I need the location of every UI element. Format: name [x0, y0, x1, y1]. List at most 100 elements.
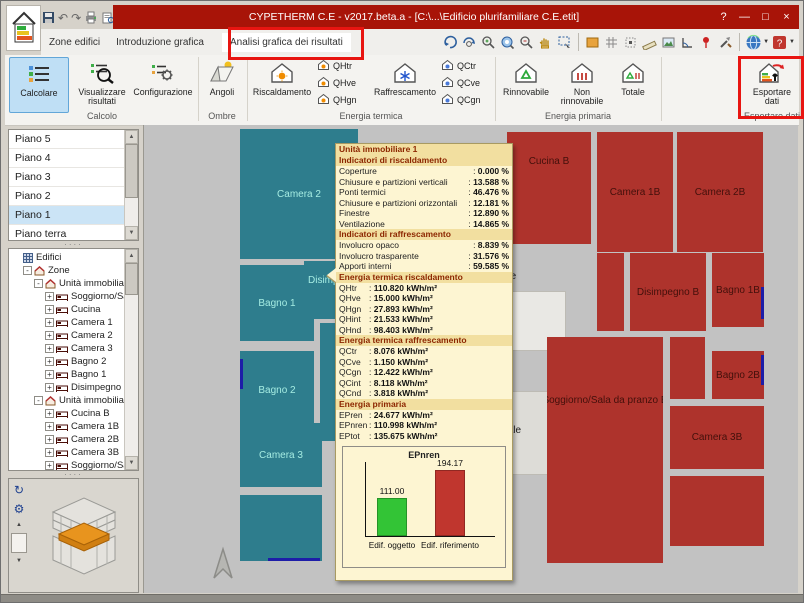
expander-plus-icon[interactable]: + [45, 357, 54, 366]
floor-item[interactable]: Piano 5 [9, 130, 124, 149]
tree-item[interactable]: -Unità immobiliare 2 [9, 394, 124, 407]
scroll-down-icon[interactable]: ▼ [125, 226, 138, 240]
hand-icon[interactable] [537, 34, 554, 51]
tree-scrollbar[interactable]: ▲ ▼ [124, 249, 138, 470]
expander-plus-icon[interactable]: + [45, 448, 54, 457]
expander-minus-icon[interactable]: - [23, 266, 32, 275]
scroll-up-icon[interactable]: ▲ [125, 249, 138, 263]
tree-item[interactable]: +Soggiorno/Sala da pranzo [9, 459, 124, 470]
raffrescamento-button[interactable]: Raffrescamento [373, 57, 437, 111]
printer-icon[interactable] [84, 9, 98, 26]
zoom-window-icon[interactable] [499, 34, 516, 51]
tab-analisi-grafica-risultati[interactable]: Analisi grafica dei risultati [222, 33, 351, 52]
expander-plus-icon[interactable]: + [45, 435, 54, 444]
minimize-button[interactable]: — [736, 10, 753, 25]
tree-item[interactable]: +Camera 2B [9, 433, 124, 446]
zoom-out-icon[interactable] [518, 34, 535, 51]
room-bagno-2b[interactable]: Bagno 2B [712, 351, 764, 399]
angoli-button[interactable]: Angoli [201, 57, 243, 111]
qc-qcgn-button[interactable]: QCgn [441, 92, 493, 107]
qh-qhve-button[interactable]: QHve [317, 75, 369, 90]
orbit-icon[interactable] [442, 34, 459, 51]
room-soggiorno-b[interactable]: Soggiorno/Sala da pranzo B [547, 337, 663, 563]
globe-dropdown-icon[interactable]: ▼ [763, 39, 769, 45]
snap-icon[interactable] [622, 34, 639, 51]
maximize-button[interactable]: □ [757, 10, 774, 25]
zoom-down-icon[interactable]: ▼ [12, 556, 26, 566]
esportare-dati-button[interactable]: Esportare dati [745, 57, 799, 111]
expander-plus-icon[interactable]: + [45, 383, 54, 392]
image-icon[interactable] [660, 34, 677, 51]
zoom-up-icon[interactable]: ▲ [12, 520, 26, 530]
room-bagno-1b[interactable]: Bagno 1B [712, 253, 764, 327]
rotate-3d-icon[interactable]: ↻ [11, 482, 27, 498]
floor-item[interactable]: Piano 1 [9, 206, 124, 225]
calcolare-button[interactable]: Calcolare [9, 57, 69, 113]
globe-icon[interactable] [745, 34, 762, 51]
expander-plus-icon[interactable]: + [45, 292, 54, 301]
scroll-track[interactable] [125, 263, 138, 456]
riscaldamento-button[interactable]: Riscaldamento [251, 57, 313, 111]
tab-zone-edifici[interactable]: Zone edifici [41, 33, 108, 52]
zoom-slider[interactable] [11, 533, 27, 553]
save-icon[interactable] [42, 9, 55, 26]
expander-plus-icon[interactable]: + [45, 422, 54, 431]
floor-item[interactable]: Piano terra [9, 225, 124, 240]
room-bagno-2[interactable]: Bagno 2 [240, 351, 314, 429]
floor-item[interactable]: Piano 4 [9, 149, 124, 168]
expander-plus-icon[interactable]: + [45, 331, 54, 340]
frame-select-icon[interactable] [556, 34, 573, 51]
floor-item[interactable]: Piano 3 [9, 168, 124, 187]
tree-item[interactable]: +Soggiorno/Sala da pranzo [9, 290, 124, 303]
expander-plus-icon[interactable]: + [45, 461, 54, 470]
scroll-track[interactable] [125, 144, 138, 226]
layer-icon[interactable] [584, 34, 601, 51]
expander-plus-icon[interactable]: + [45, 318, 54, 327]
tab-introduzione-grafica[interactable]: Introduzione grafica [108, 33, 212, 52]
tree-item[interactable]: +Camera 3B [9, 446, 124, 459]
pan-view-icon[interactable] [461, 34, 478, 51]
expander-plus-icon[interactable]: + [45, 305, 54, 314]
room-camera-2b[interactable]: Camera 2B [677, 132, 763, 252]
room-disimpegno-b[interactable]: Disimpegno B [630, 253, 706, 331]
scroll-up-icon[interactable]: ▲ [125, 130, 138, 144]
building-3d-view[interactable] [29, 479, 138, 592]
scroll-thumb[interactable] [125, 144, 138, 198]
floors-scrollbar[interactable]: ▲ ▼ [124, 130, 138, 240]
room-unlabeled[interactable] [670, 337, 705, 399]
tree-item[interactable]: +Camera 3 [9, 342, 124, 355]
tree-item[interactable]: +Cucina B [9, 407, 124, 420]
qc-qcve-button[interactable]: QCve [441, 75, 493, 90]
scroll-thumb[interactable] [125, 263, 138, 295]
tree-item[interactable]: +Camera 1B [9, 420, 124, 433]
help-dropdown-icon[interactable]: ▼ [789, 39, 795, 45]
tree-item[interactable]: +Cucina [9, 303, 124, 316]
tree-item[interactable]: +Camera 2 [9, 329, 124, 342]
rinnovabile-button[interactable]: Rinnovabile [499, 57, 553, 111]
non-rinnovabile-button[interactable]: Non rinnovabile [555, 57, 609, 111]
titlebar[interactable]: CYPETHERM C.E - v2017.beta.a - [C:\...\E… [113, 5, 799, 29]
expander-minus-icon[interactable]: - [34, 279, 43, 288]
room-unlabeled[interactable] [597, 253, 624, 331]
configurazione-button[interactable]: Configurazione [131, 57, 195, 111]
qh-qhtr-button[interactable]: QHtr [317, 58, 369, 73]
tree-item[interactable]: Edifici [9, 251, 124, 264]
splitter[interactable]: ···· [8, 241, 139, 248]
redo-icon[interactable]: ↷ [71, 9, 81, 26]
tree-item[interactable]: +Disimpegno [9, 381, 124, 394]
floor-item[interactable]: Piano 2 [9, 187, 124, 206]
plan-canvas[interactable]: Camera 2 Bagno 1 Disimpegno Bagno 2 Sogg… [143, 125, 798, 593]
room-camera-1b[interactable]: Camera 1B [597, 132, 673, 252]
tools-icon[interactable] [717, 34, 734, 51]
room-unlabeled[interactable] [670, 476, 764, 546]
settings-3d-icon[interactable]: ⚙ [11, 501, 27, 517]
expander-plus-icon[interactable]: + [45, 344, 54, 353]
close-button[interactable]: × [778, 10, 795, 25]
room-camera-3b[interactable]: Camera 3B [670, 406, 764, 469]
room-cucina-b[interactable]: Cucina B [507, 132, 591, 244]
qc-qctr-button[interactable]: QCtr [441, 58, 493, 73]
scroll-down-icon[interactable]: ▼ [125, 456, 138, 470]
totale-button[interactable]: Totale [611, 57, 655, 111]
help-book-icon[interactable]: ? [771, 34, 788, 51]
tree-item[interactable]: +Bagno 2 [9, 355, 124, 368]
